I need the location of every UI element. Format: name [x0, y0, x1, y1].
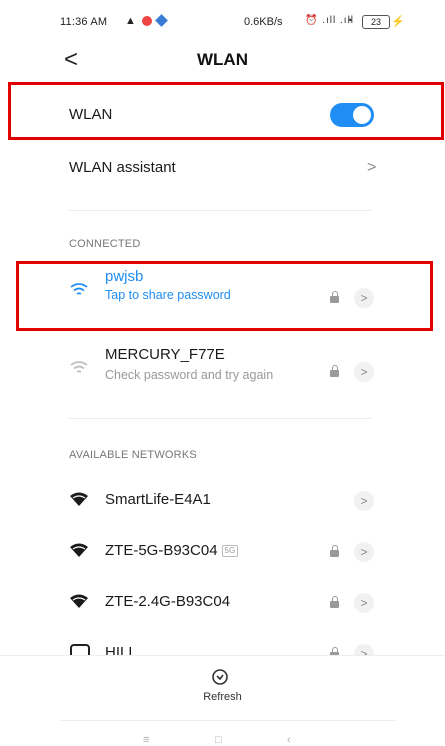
wifi-icon	[70, 361, 88, 373]
refresh-button-label[interactable]: Refresh	[0, 691, 445, 703]
status-bar: 11:36 AM ▲ 0.6KB/s ⏰ .ıll .ıll ◔ 23 ⚡	[0, 0, 445, 36]
network-detail-button[interactable]: >	[354, 542, 374, 562]
notification-app-icon-2	[155, 14, 168, 27]
network-row-available[interactable]: ZTE-5G-B93C04 5G >	[0, 535, 445, 575]
network-speed: 0.6KB/s	[244, 16, 283, 28]
top-bar: < WLAN	[0, 40, 445, 84]
network-name-text: ZTE-5G-B93C04	[105, 542, 218, 559]
lock-icon	[330, 291, 339, 303]
notification-app-icon	[142, 16, 152, 26]
lock-icon	[330, 596, 339, 608]
network-list-clip: HILL >	[0, 636, 445, 655]
lock-icon	[330, 545, 339, 557]
back-nav-icon[interactable]: ‹	[287, 734, 291, 746]
network-detail-button[interactable]: >	[354, 491, 374, 511]
network-name: ZTE-2.4G-B93C04	[105, 593, 231, 610]
network-name: ZTE-5G-B93C04 5G	[105, 542, 239, 559]
network-name: SmartLife-E4A1	[105, 491, 211, 508]
charging-icon: ⚡	[391, 16, 405, 28]
wifi-icon	[70, 543, 88, 557]
network-row-available[interactable]: ZTE-2.4G-B93C04 >	[0, 586, 445, 626]
wifi-icon	[70, 492, 88, 506]
wifi-icon	[70, 644, 90, 655]
network-detail-button[interactable]: >	[354, 593, 374, 613]
network-status: Tap to share password	[105, 288, 231, 302]
status-time: 11:36 AM	[60, 16, 108, 28]
network-row-saved[interactable]: MERCURY_F77E Check password and try agai…	[0, 346, 445, 398]
5g-badge: 5G	[221, 545, 239, 558]
network-detail-button[interactable]: >	[354, 288, 374, 308]
warning-icon: ▲	[125, 15, 136, 27]
lock-icon	[330, 365, 339, 377]
wifi-icon	[70, 594, 88, 608]
wlan-label: WLAN	[69, 106, 113, 123]
network-name: MERCURY_F77E	[105, 346, 225, 363]
network-row-available[interactable]: SmartLife-E4A1 >	[0, 484, 445, 524]
wlan-toggle-row[interactable]: WLAN	[0, 92, 445, 138]
divider	[69, 418, 372, 419]
network-name: pwjsb	[105, 268, 144, 285]
home-icon[interactable]: □	[215, 734, 222, 746]
section-header-connected: CONNECTED	[69, 238, 141, 250]
wlan-assistant-row[interactable]: WLAN assistant >	[0, 146, 445, 190]
network-detail-button[interactable]: >	[354, 362, 374, 382]
menu-icon[interactable]: ≡	[143, 734, 149, 746]
network-row-available[interactable]: HILL >	[0, 636, 445, 655]
toggle-knob	[353, 106, 371, 124]
wifi-status-icon: ◔	[346, 15, 353, 27]
page-title: WLAN	[197, 50, 248, 69]
section-header-available: AVAILABLE NETWORKS	[69, 449, 197, 461]
wlan-assistant-label: WLAN assistant	[69, 159, 176, 176]
network-name: HILL	[105, 644, 137, 655]
network-status: Check password and try again	[105, 368, 274, 382]
divider	[0, 655, 445, 656]
network-row-connected[interactable]: pwjsb Tap to share password >	[0, 268, 445, 320]
wifi-icon	[70, 283, 88, 295]
wlan-toggle[interactable]	[330, 103, 374, 127]
network-detail-button[interactable]: >	[354, 644, 374, 655]
divider	[69, 210, 372, 211]
battery-icon: 23	[362, 15, 390, 29]
divider	[60, 720, 396, 721]
refresh-icon[interactable]	[211, 668, 229, 686]
chevron-right-icon: >	[367, 159, 377, 176]
